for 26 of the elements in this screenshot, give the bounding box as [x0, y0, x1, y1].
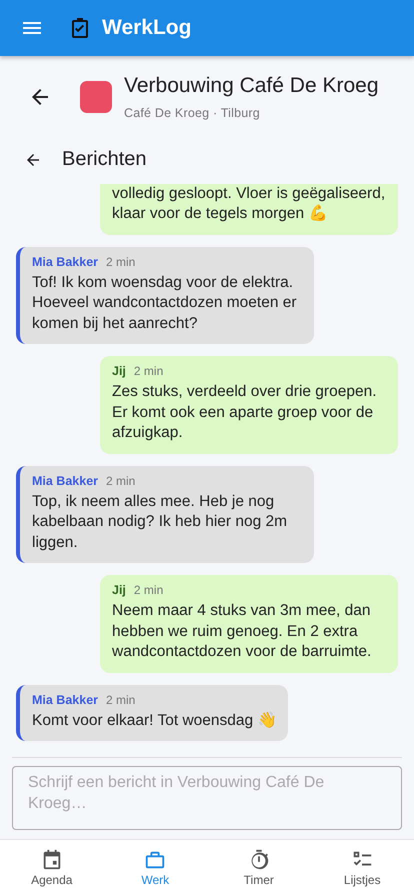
message-time: 2 min	[134, 364, 164, 378]
nav-tab[interactable]: Agenda	[0, 840, 104, 896]
message-author: Mia Bakker	[32, 474, 98, 488]
message-text: Top, ik neem alles mee. Heb je nog kabelbaan nodig? Ik heb hier nog 2m liggen.	[32, 492, 288, 552]
message-time: 2 min	[134, 583, 164, 597]
message-author: Jij	[112, 583, 126, 597]
app-title: WerkLog	[102, 16, 192, 40]
nav-tab[interactable]: Timer	[207, 840, 310, 896]
message-text: Zes stuks, verdeeld over drie groepen. Er komt ook een aparte groep voor de afzuigkap.	[112, 382, 378, 443]
message-time: 2 min	[106, 474, 136, 488]
message-input[interactable]: Schrijf een bericht in Verbouwing Café De Kroeg…	[12, 766, 402, 830]
section-title: Berichten	[62, 148, 146, 171]
message-time: 2 min	[106, 254, 136, 268]
message-text: Tof! Ik kom woensdag voor de elektra. Hoeveel wandcontactdozen moeten er komen bij het aanrecht?	[32, 272, 298, 334]
message-text: Komt voor elkaar! Tot woensdag 👋	[32, 710, 276, 730]
nav-tab[interactable]: Werk	[104, 840, 207, 896]
message-text: Neem maar 4 stuks van 3m mee, dan hebben we ruim genoeg. En 2 extra wandcontactdozen voor de barruimte.	[112, 601, 372, 662]
project-title: Verbouwing Café De Kroeg	[124, 74, 378, 98]
message-author: Mia Bakker	[32, 692, 98, 706]
briefcase-icon	[144, 849, 166, 871]
nav-tab[interactable]: Lijstjes	[310, 840, 414, 896]
message-author: Mia Bakker	[32, 254, 98, 268]
message-author: Jij	[112, 364, 126, 378]
message-text: volledig gesloopt. Vloer is geëgaliseerd, klaar voor de tegels morgen 💪	[112, 184, 386, 224]
project-subtitle: Café De Kroeg · Tilburg	[124, 106, 261, 120]
message-time: 2 min	[106, 692, 136, 706]
